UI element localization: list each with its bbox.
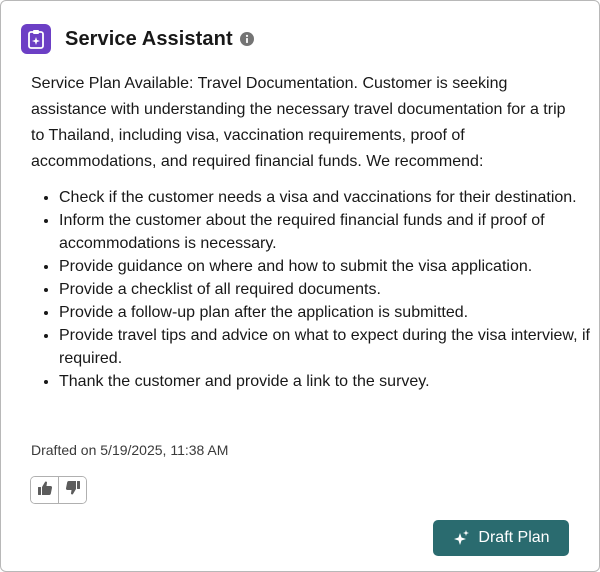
thumbs-up-button[interactable] xyxy=(31,477,58,503)
info-icon[interactable] xyxy=(239,32,254,46)
card-header: Service Assistant xyxy=(21,24,254,54)
card-title: Service Assistant xyxy=(65,27,233,50)
service-assistant-card: Service Assistant Service Plan Available… xyxy=(0,0,600,572)
feedback-buttons xyxy=(30,476,87,504)
drafted-timestamp: Drafted on 5/19/2025, 11:38 AM xyxy=(31,442,229,458)
draft-plan-button[interactable]: Draft Plan xyxy=(433,520,569,556)
list-item: Provide a follow-up plan after the appli… xyxy=(59,301,599,324)
plan-summary: Service Plan Available: Travel Documenta… xyxy=(31,75,566,170)
list-item: Check if the customer needs a visa and v… xyxy=(59,186,599,209)
thumbs-down-icon xyxy=(65,480,81,501)
list-item: Provide travel tips and advice on what t… xyxy=(59,324,599,370)
sparkle-icon xyxy=(452,529,470,547)
thumbs-up-icon xyxy=(37,480,53,501)
draft-plan-label: Draft Plan xyxy=(478,529,550,546)
thumbs-down-button[interactable] xyxy=(58,477,86,503)
list-item: Provide a checklist of all required docu… xyxy=(59,278,599,301)
list-item: Thank the customer and provide a link to… xyxy=(59,370,599,393)
list-item: Provide guidance on where and how to sub… xyxy=(59,255,599,278)
clipboard-sparkle-icon xyxy=(21,24,51,54)
list-item: Inform the customer about the required f… xyxy=(59,209,599,255)
recommendation-list: Check if the customer needs a visa and v… xyxy=(31,186,599,393)
